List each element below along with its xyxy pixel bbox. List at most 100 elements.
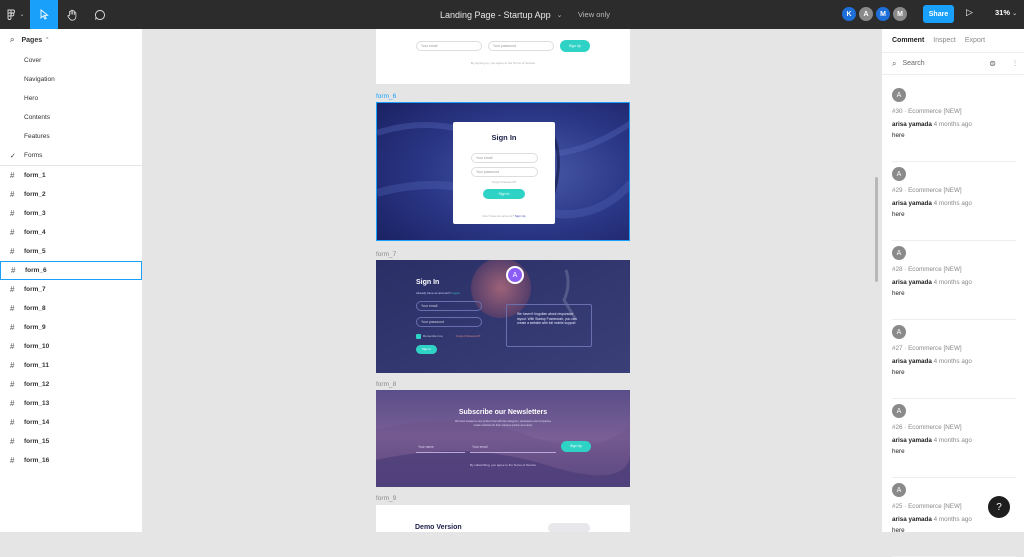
layer-item[interactable]: # form_15 bbox=[0, 432, 142, 451]
canvas[interactable]: Your email Your password Sign Up By sign… bbox=[143, 29, 881, 532]
page-item[interactable]: Cover bbox=[0, 51, 142, 70]
frame-form-8[interactable]: Subscribe our Newsletters We have create… bbox=[376, 390, 630, 487]
figma-menu-icon[interactable]: ⌄ bbox=[0, 0, 30, 29]
help-button[interactable]: ? bbox=[988, 496, 1010, 518]
layer-item[interactable]: # form_8 bbox=[0, 299, 142, 318]
layer-item[interactable]: # form_7 bbox=[0, 280, 142, 299]
comment-item[interactable]: A #27 · Ecommerce [NEW] arisa yamada 4 mon… bbox=[892, 325, 1016, 399]
search-input[interactable]: Search bbox=[902, 60, 924, 67]
comment-author: arisa yamada bbox=[892, 200, 932, 207]
avatar[interactable]: A bbox=[506, 266, 524, 284]
layer-item[interactable]: # form_13 bbox=[0, 394, 142, 413]
panel-tabs: Comment Inspect Export bbox=[882, 29, 1024, 53]
comment-meta: #28 · Ecommerce [NEW] bbox=[892, 266, 962, 273]
filter-icon[interactable]: ⊜ bbox=[989, 59, 996, 68]
comment-search[interactable]: ⌕ Search ⊜ ⫶ bbox=[882, 53, 1024, 75]
frame-label-form-7[interactable]: form_7 bbox=[376, 251, 396, 258]
demo-button[interactable] bbox=[548, 523, 590, 532]
comment-author-line: arisa yamada 4 months ago bbox=[892, 200, 1016, 207]
layer-item[interactable]: # form_9 bbox=[0, 318, 142, 337]
tab-comment[interactable]: Comment bbox=[892, 37, 924, 44]
avatar: A bbox=[892, 167, 906, 181]
layer-item[interactable]: # form_5 bbox=[0, 242, 142, 261]
layer-item[interactable]: # form_16 bbox=[0, 451, 142, 470]
forgot-password-link[interactable]: Forgot Password? bbox=[453, 180, 555, 184]
frame-icon: # bbox=[10, 342, 15, 351]
frame-icon: # bbox=[10, 418, 15, 427]
comment-tool-icon[interactable] bbox=[86, 0, 114, 29]
avatar[interactable]: A bbox=[859, 7, 873, 21]
layer-item[interactable]: # form_10 bbox=[0, 337, 142, 356]
frame-form-7[interactable]: Sign In Already have an account? Log In … bbox=[376, 260, 630, 373]
present-icon[interactable]: ▷ bbox=[966, 7, 973, 18]
chevron-up-icon: ⌃ bbox=[45, 37, 50, 43]
canvas-scrollbar[interactable] bbox=[875, 177, 878, 282]
remember-checkbox[interactable] bbox=[416, 334, 421, 339]
sign-in-button[interactable]: Sign In bbox=[416, 345, 437, 354]
frame-icon: # bbox=[10, 361, 15, 370]
page-item[interactable]: Features bbox=[0, 127, 142, 146]
comment-text: here bbox=[892, 448, 905, 455]
avatar[interactable]: M bbox=[893, 7, 907, 21]
frame-label-form-8[interactable]: form_8 bbox=[376, 381, 396, 388]
comment-meta: #26 · Ecommerce [NEW] bbox=[892, 424, 962, 431]
layer-item[interactable]: # form_1 bbox=[0, 166, 142, 185]
settings-sliders-icon[interactable]: ⫶ bbox=[1014, 59, 1016, 69]
comment-item[interactable]: A #25 · Ecommerce [NEW] arisa yamada 4 mon… bbox=[892, 483, 1016, 557]
login-link[interactable]: Log In bbox=[452, 291, 460, 295]
email-field[interactable]: Your email bbox=[416, 301, 482, 311]
avatar[interactable]: K bbox=[842, 7, 856, 21]
search-icon[interactable]: ⌕ bbox=[10, 35, 14, 45]
comment-item[interactable]: A #30 · Ecommerce [NEW] arisa yamada 4 mon… bbox=[892, 88, 1016, 162]
page-label: Cover bbox=[24, 57, 42, 64]
avatar: A bbox=[892, 483, 906, 497]
pages-header[interactable]: ⌕ Pages ⌃ bbox=[0, 29, 142, 51]
tab-inspect[interactable]: Inspect bbox=[933, 37, 956, 44]
comment-item[interactable]: A #29 · Ecommerce [NEW] arisa yamada 4 mon… bbox=[892, 167, 1016, 241]
move-tool-icon[interactable] bbox=[30, 0, 58, 29]
password-field[interactable]: Your password bbox=[488, 41, 554, 51]
frame-label-form-9[interactable]: form_9 bbox=[376, 495, 396, 502]
zoom-menu[interactable]: 31% ⌄ bbox=[995, 8, 1017, 17]
password-field[interactable]: Your password bbox=[416, 317, 482, 327]
layer-label: form_15 bbox=[24, 438, 50, 445]
sign-up-button[interactable]: Sign Up bbox=[560, 40, 590, 52]
sign-in-button[interactable]: Sign In bbox=[483, 189, 525, 199]
layer-item[interactable]: # form_3 bbox=[0, 204, 142, 223]
page-label: Hero bbox=[24, 95, 39, 102]
frame-form-9[interactable]: Demo Version bbox=[376, 505, 630, 532]
layer-item[interactable]: # form_11 bbox=[0, 356, 142, 375]
comment-item[interactable]: A #26 · Ecommerce [NEW] arisa yamada 4 mon… bbox=[892, 404, 1016, 478]
layer-item[interactable]: # form_12 bbox=[0, 375, 142, 394]
email-field[interactable]: Your email bbox=[416, 41, 482, 51]
layer-item[interactable]: # form_2 bbox=[0, 185, 142, 204]
file-title[interactable]: Landing Page - Startup App ⌄ bbox=[440, 0, 562, 29]
password-field[interactable]: Your password bbox=[471, 167, 538, 177]
layer-label: form_12 bbox=[24, 381, 50, 388]
comment-item[interactable]: A #28 · Ecommerce [NEW] arisa yamada 4 mon… bbox=[892, 246, 1016, 320]
layer-item[interactable]: # form_14 bbox=[0, 413, 142, 432]
tab-export[interactable]: Export bbox=[965, 37, 985, 44]
frame-form-6[interactable]: Sign In Your email Your password Forgot … bbox=[376, 102, 630, 241]
layer-item[interactable]: # form_6 bbox=[0, 261, 142, 280]
page-item[interactable]: ✓ Forms bbox=[0, 146, 142, 165]
email-field[interactable]: Your email bbox=[470, 442, 556, 453]
forgot-password-link[interactable]: Forgot Password? bbox=[456, 334, 480, 338]
layer-item[interactable]: # form_4 bbox=[0, 223, 142, 242]
avatar: A bbox=[892, 246, 906, 260]
frame-form-5[interactable]: Your email Your password Sign Up By sign… bbox=[376, 29, 630, 84]
name-field[interactable]: Your name bbox=[416, 442, 465, 453]
share-button[interactable]: Share bbox=[923, 5, 954, 23]
email-field[interactable]: Your email bbox=[471, 153, 538, 163]
pages-label: Pages bbox=[21, 36, 43, 44]
signup-link[interactable]: Sign Up bbox=[515, 214, 526, 218]
page-item[interactable]: Contents bbox=[0, 108, 142, 127]
avatar[interactable]: M bbox=[876, 7, 890, 21]
hand-tool-icon[interactable] bbox=[58, 0, 86, 29]
form-title: Sign In bbox=[416, 279, 440, 286]
page-item[interactable]: Hero bbox=[0, 89, 142, 108]
frame-label-form-6[interactable]: form_6 bbox=[376, 93, 396, 100]
sign-up-button[interactable]: Sign Up bbox=[561, 441, 591, 452]
page-item[interactable]: Navigation bbox=[0, 70, 142, 89]
layer-label: form_4 bbox=[24, 229, 46, 236]
